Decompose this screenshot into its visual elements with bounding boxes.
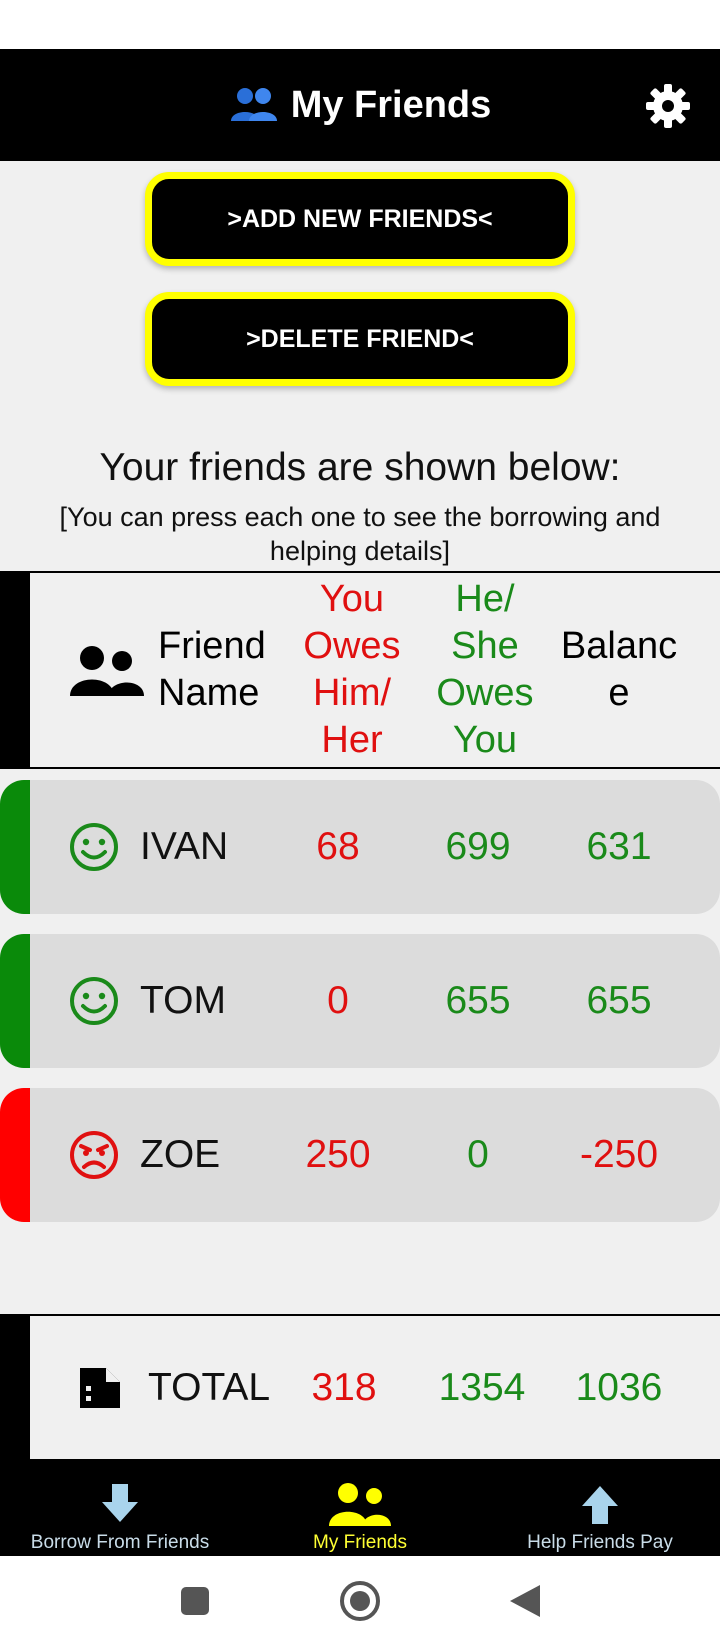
nav-borrow-from-friends[interactable]: Borrow From Friends: [0, 1459, 240, 1556]
gear-icon[interactable]: [644, 82, 692, 130]
header-strip: [0, 573, 30, 767]
total-label: TOTAL: [148, 1365, 271, 1409]
recent-apps-button[interactable]: [180, 1586, 210, 1616]
angry-face-icon: [70, 1131, 118, 1179]
balance-value: 631: [586, 825, 652, 868]
balance-value: 655: [586, 979, 652, 1022]
you-owe-value: 68: [316, 825, 360, 868]
page-title-text: My Friends: [290, 83, 492, 126]
they-owe-value: 699: [445, 825, 511, 868]
you-owe-value: 0: [327, 979, 349, 1022]
total-row: TOTAL 318 1354 1036: [0, 1314, 720, 1459]
you-owe-value: 250: [305, 1133, 371, 1176]
arrow-down-icon: [102, 1484, 138, 1522]
friend-name-cell: ZOE: [68, 1088, 220, 1222]
status-strip: [0, 1088, 30, 1222]
friend-row-zoe[interactable]: ZOE 250 0 -250: [0, 1088, 720, 1222]
nav-my-friends[interactable]: My Friends: [240, 1459, 480, 1556]
header-they-owe-line3: Owes: [436, 672, 534, 714]
friend-name: TOM: [140, 979, 226, 1022]
they-owe-value: 655: [445, 979, 511, 1022]
nav-help-friends-pay[interactable]: Help Friends Pay: [480, 1459, 720, 1556]
add-new-friends-button[interactable]: >ADD NEW FRIENDS<: [145, 172, 575, 266]
status-strip: [0, 934, 30, 1068]
back-button[interactable]: [508, 1583, 542, 1619]
friend-name: ZOE: [140, 1133, 221, 1176]
header-you-owe-line1: You: [319, 578, 385, 620]
header-balance-line1: Balanc: [560, 625, 678, 667]
page-title: My Friends: [0, 49, 720, 161]
friends-subheading: [You can press each one to see the borro…: [59, 502, 661, 566]
header-they-owe: He/ She Owes You: [415, 573, 555, 767]
people-icon: [329, 1483, 391, 1526]
app-bar: My Friends: [0, 49, 720, 161]
status-strip: [0, 780, 30, 914]
smile-icon: [70, 823, 118, 871]
system-nav-bar: [0, 1556, 720, 1650]
header-name: Friend Name: [68, 573, 268, 767]
header-balance-line2: e: [608, 672, 630, 714]
friend-name-cell: IVAN: [68, 780, 228, 914]
people-icon: [70, 646, 144, 696]
status-bar: [0, 0, 720, 49]
header-balance: Balanc e: [548, 573, 690, 767]
total-strip: [0, 1316, 30, 1459]
header-you-owe-line3: Him/: [312, 672, 392, 714]
delete-friend-button[interactable]: >DELETE FRIEND<: [145, 292, 575, 386]
friend-name-cell: TOM: [68, 934, 226, 1068]
arrow-up-icon: [582, 1486, 618, 1524]
header-name-line1: Friend: [158, 625, 266, 667]
header-name-line2: Name: [158, 672, 260, 714]
header-you-owe: You Owes Him/ Her: [282, 573, 422, 767]
nav-label: Borrow From Friends: [30, 1532, 210, 1553]
bottom-nav: Borrow From Friends My Friends Help Frie…: [0, 1459, 720, 1556]
friend-row-tom[interactable]: TOM 0 655 655: [0, 934, 720, 1068]
nav-label: Help Friends Pay: [527, 1532, 673, 1553]
friends-heading: Your friends are shown below:: [99, 446, 621, 489]
total-label-cell: TOTAL: [76, 1316, 270, 1459]
header-they-owe-line1: He/: [455, 578, 515, 620]
total-balance: 1036: [575, 1365, 663, 1409]
nav-label: My Friends: [313, 1532, 407, 1553]
header-they-owe-line2: She: [451, 625, 519, 667]
balance-value: -250: [579, 1133, 659, 1176]
total-they-owe: 1354: [438, 1365, 526, 1409]
smile-icon: [70, 977, 118, 1025]
table-header: Friend Name You Owes Him/ Her He/ She Ow…: [0, 571, 720, 769]
total-you-owe: 318: [311, 1365, 377, 1409]
friend-row-ivan[interactable]: IVAN 68 699 631: [0, 780, 720, 914]
header-you-owe-line4: Her: [321, 719, 383, 761]
they-owe-value: 0: [467, 1133, 489, 1176]
people-icon: [230, 88, 277, 121]
header-they-owe-line4: You: [452, 719, 518, 761]
document-icon: [80, 1367, 120, 1408]
friend-name: IVAN: [140, 825, 229, 868]
home-button[interactable]: [339, 1580, 381, 1622]
header-you-owe-line2: Owes: [303, 625, 401, 667]
